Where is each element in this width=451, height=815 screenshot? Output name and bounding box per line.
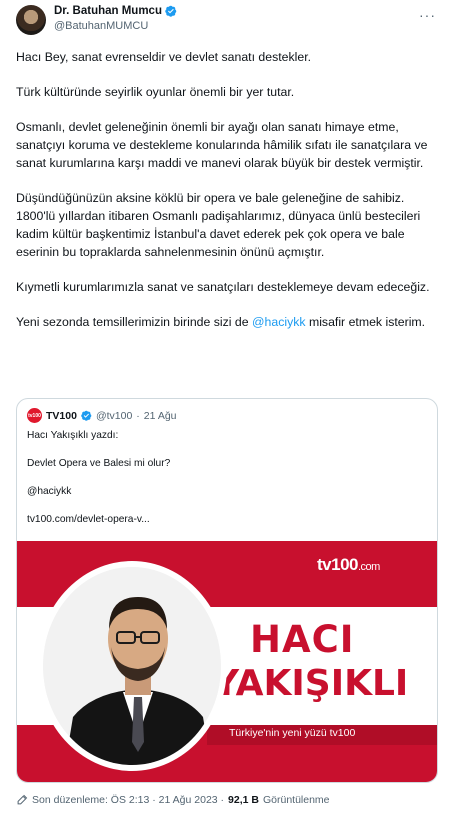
media-slogan: Türkiye'nin yeni yüzü tv100 (229, 727, 356, 739)
author-display-name[interactable]: Dr. Batuhan Mumcu (54, 5, 162, 17)
quoted-handle: @tv100 (95, 409, 133, 422)
author-handle[interactable]: @BatuhanMUMCU (54, 20, 148, 32)
quoted-line: @haciykk (27, 486, 72, 497)
media-headline-2: YAKIŞIKLI (213, 663, 409, 704)
author-name-row: Dr. Batuhan Mumcu (54, 5, 177, 17)
tweet-text: Hacı Bey, sanat evrenseldir ve devlet sa… (16, 48, 436, 348)
media-headline-1: HACI (250, 618, 355, 661)
quoted-tweet[interactable]: tv100 TV100 @tv100 · 21 Ağu Hacı Yakışık… (16, 398, 438, 783)
quoted-separator: · (136, 409, 140, 422)
views-count: 92,1 B (228, 794, 259, 806)
quoted-tweet-header: tv100 TV100 @tv100 · 21 Ağu (27, 408, 177, 423)
tweet-paragraph-last: Yeni sezonda temsillerimizin birinde siz… (16, 313, 436, 331)
edited-timestamp[interactable]: Son düzenleme: ÖS 2:13 · 21 Ağu 2023 · (32, 794, 224, 806)
quoted-date: 21 Ağu (143, 409, 177, 422)
quoted-line: Devlet Opera ve Balesi mi olur? (27, 458, 171, 469)
quoted-line: tv100.com/devlet-opera-v... (27, 514, 150, 525)
tweet-paragraph: Kıymetli kurumlarımızla sanat ve sanatçı… (16, 280, 430, 294)
edit-icon (17, 794, 28, 805)
tweet-paragraph: Türk kültüründe seyirlik oyunlar önemli … (16, 85, 295, 99)
more-icon[interactable]: ··· (419, 7, 436, 23)
presenter-illustration (43, 567, 221, 765)
quoted-name: TV100 (46, 409, 77, 422)
tweet-header: Dr. Batuhan Mumcu @BatuhanMUMCU ··· (16, 5, 436, 41)
verified-badge-icon (165, 5, 177, 17)
tweet-text-after-mention: misafir etmek isterim. (305, 315, 426, 329)
mention-link[interactable]: @haciykk (252, 315, 306, 329)
tv100-logo-suffix: .com (357, 561, 380, 573)
tweet-text-before-mention: Yeni sezonda temsillerimizin birinde siz… (16, 315, 253, 329)
quoted-media-image[interactable]: tv100.com HACI YAKIŞIKLI Türkiye'nin yen… (17, 541, 437, 782)
verified-badge-icon (81, 410, 92, 421)
presenter-photo (37, 561, 227, 771)
author-avatar[interactable] (16, 5, 46, 35)
tv100-logo: tv100.com (317, 555, 380, 575)
quoted-text: Hacı Yakışıklı yazdı: Devlet Opera ve Ba… (27, 429, 427, 541)
tweet-paragraph: Hacı Bey, sanat evrenseldir ve devlet sa… (16, 50, 312, 64)
quoted-line: Hacı Yakışıklı yazdı: (27, 430, 119, 441)
tv100-logo-text: tv100 (317, 555, 358, 574)
tweet-meta: Son düzenleme: ÖS 2:13 · 21 Ağu 2023 · 9… (16, 794, 330, 806)
quoted-avatar: tv100 (27, 408, 42, 423)
tweet-paragraph: Düşündüğünüzün aksine köklü bir opera ve… (16, 191, 421, 259)
views-label: Görüntülenme (262, 794, 330, 806)
tweet-paragraph: Osmanlı, devlet geleneğinin önemli bir a… (16, 120, 428, 170)
